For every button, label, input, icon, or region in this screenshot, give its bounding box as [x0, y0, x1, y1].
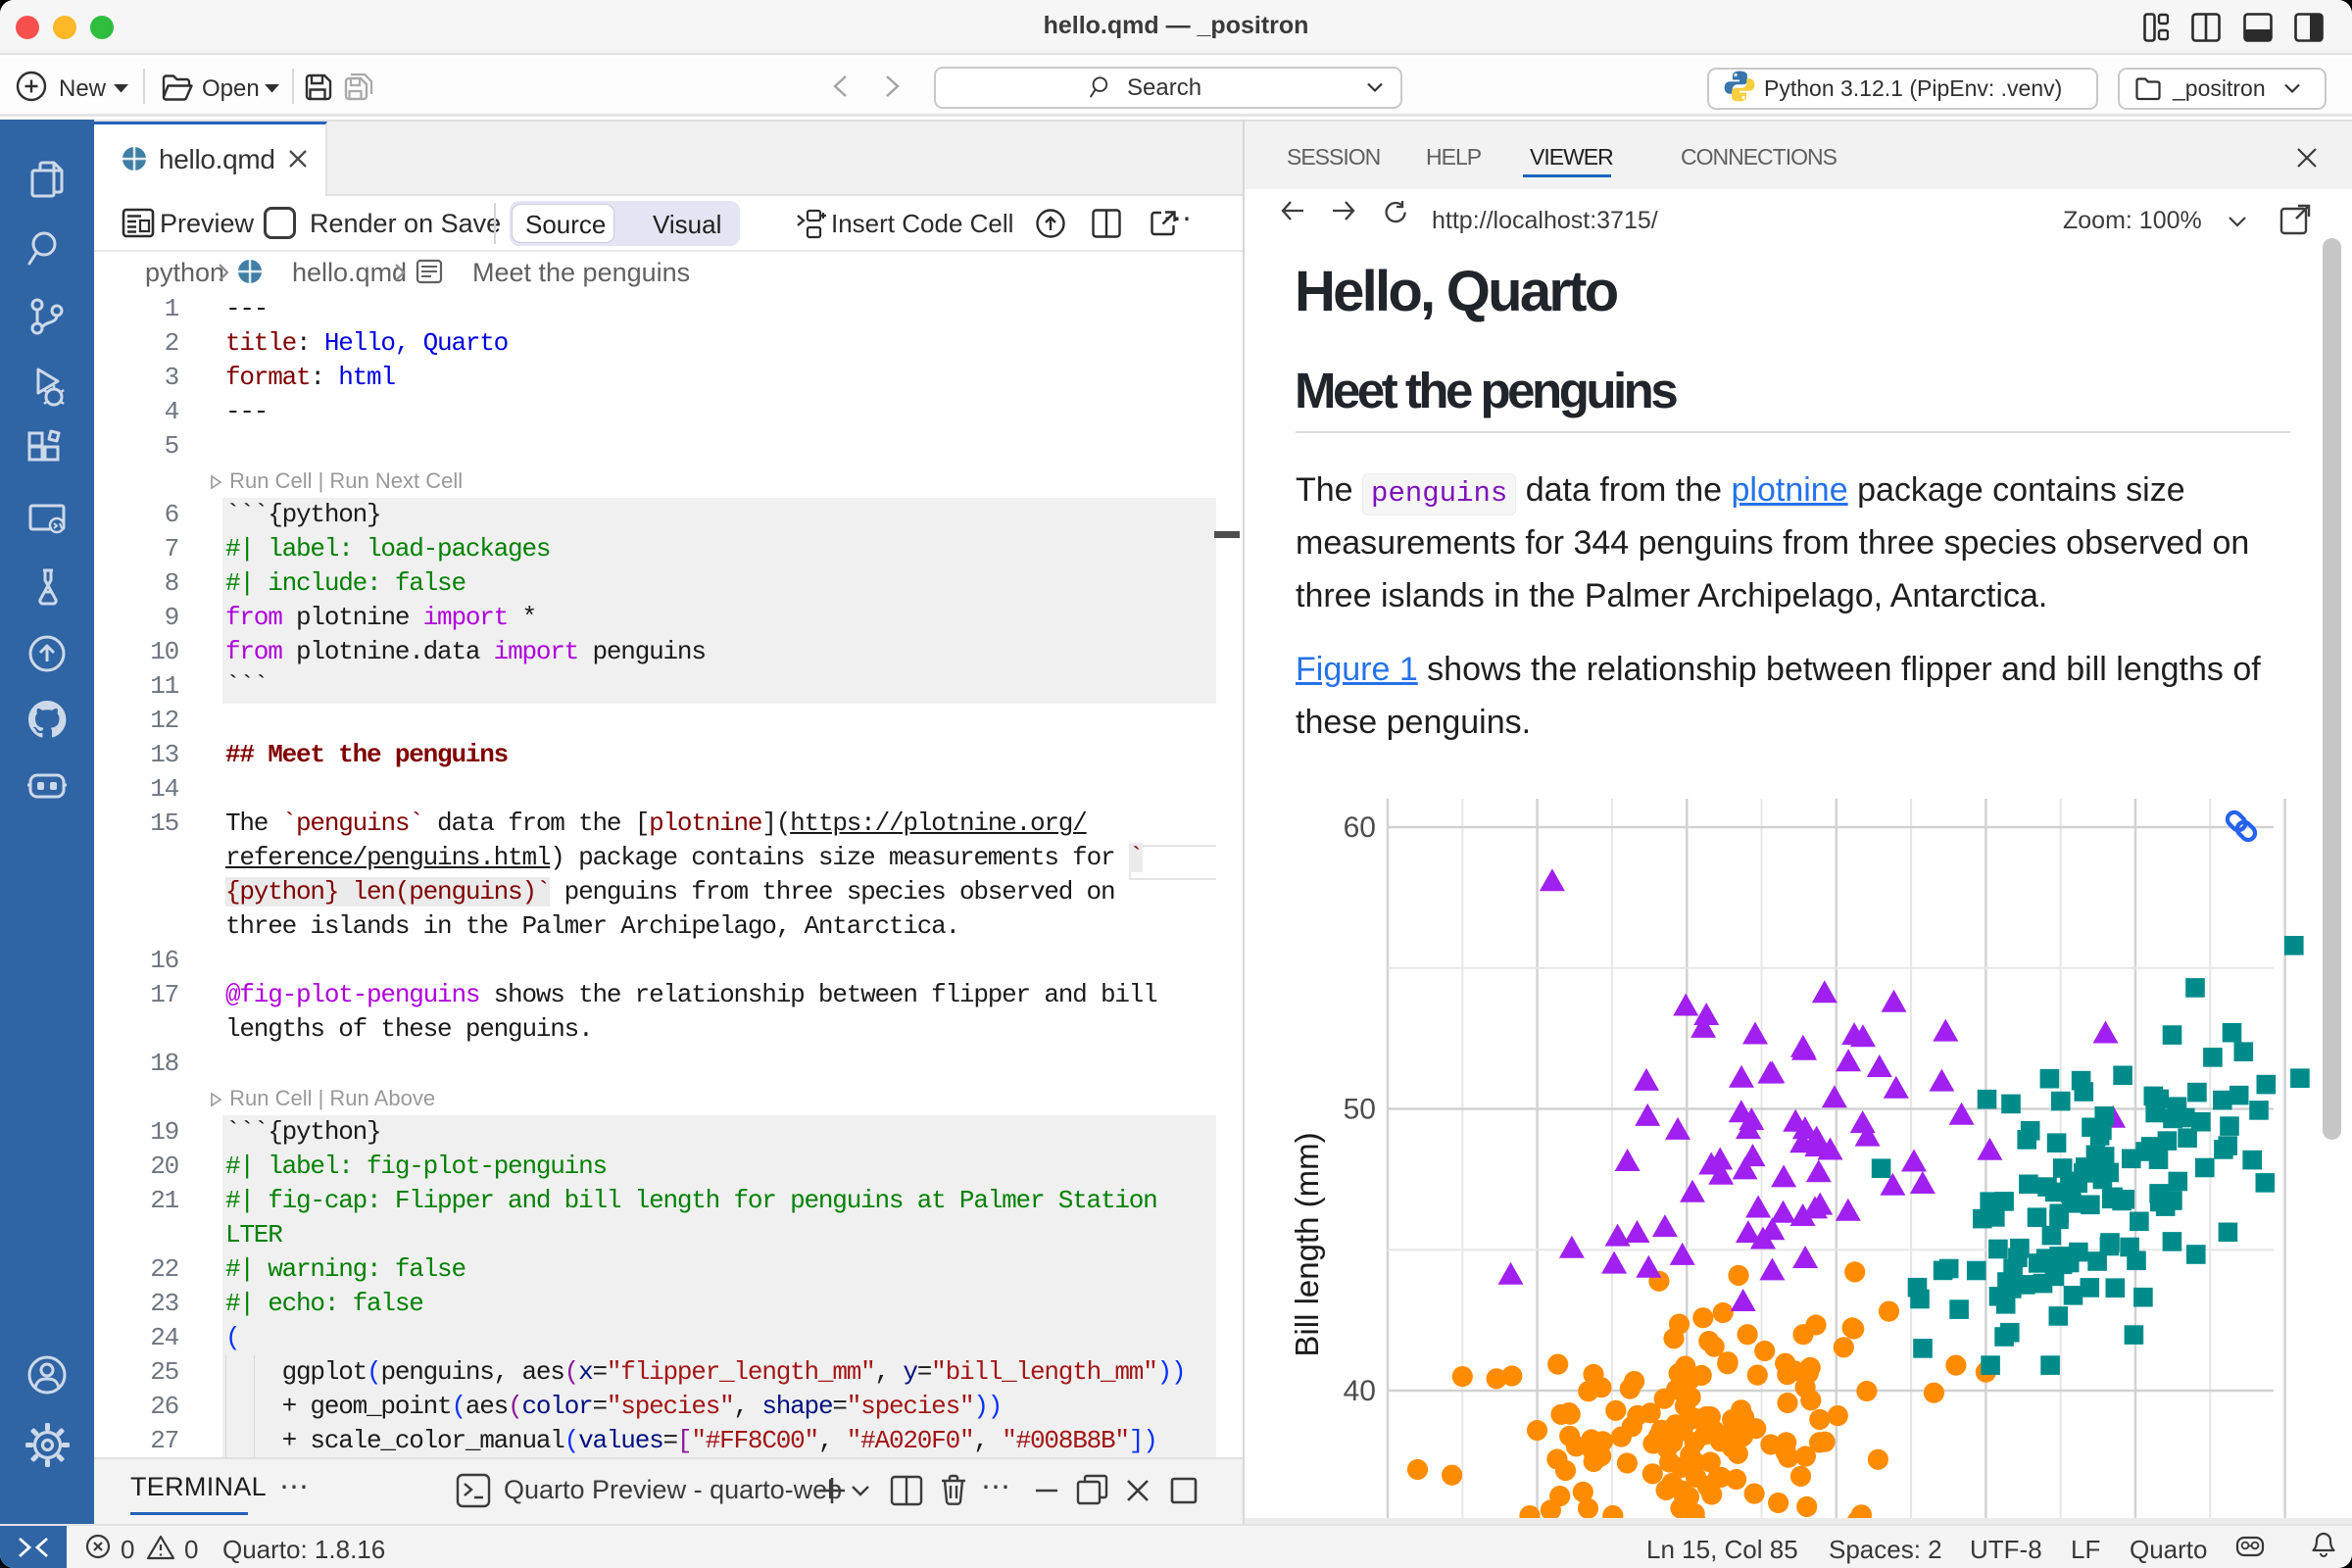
svg-text:60: 60: [1344, 811, 1376, 844]
svg-text:40: 40: [1344, 1375, 1376, 1407]
svg-text:50: 50: [1344, 1094, 1376, 1126]
svg-text:Bill length (mm): Bill length (mm): [1289, 1132, 1325, 1356]
